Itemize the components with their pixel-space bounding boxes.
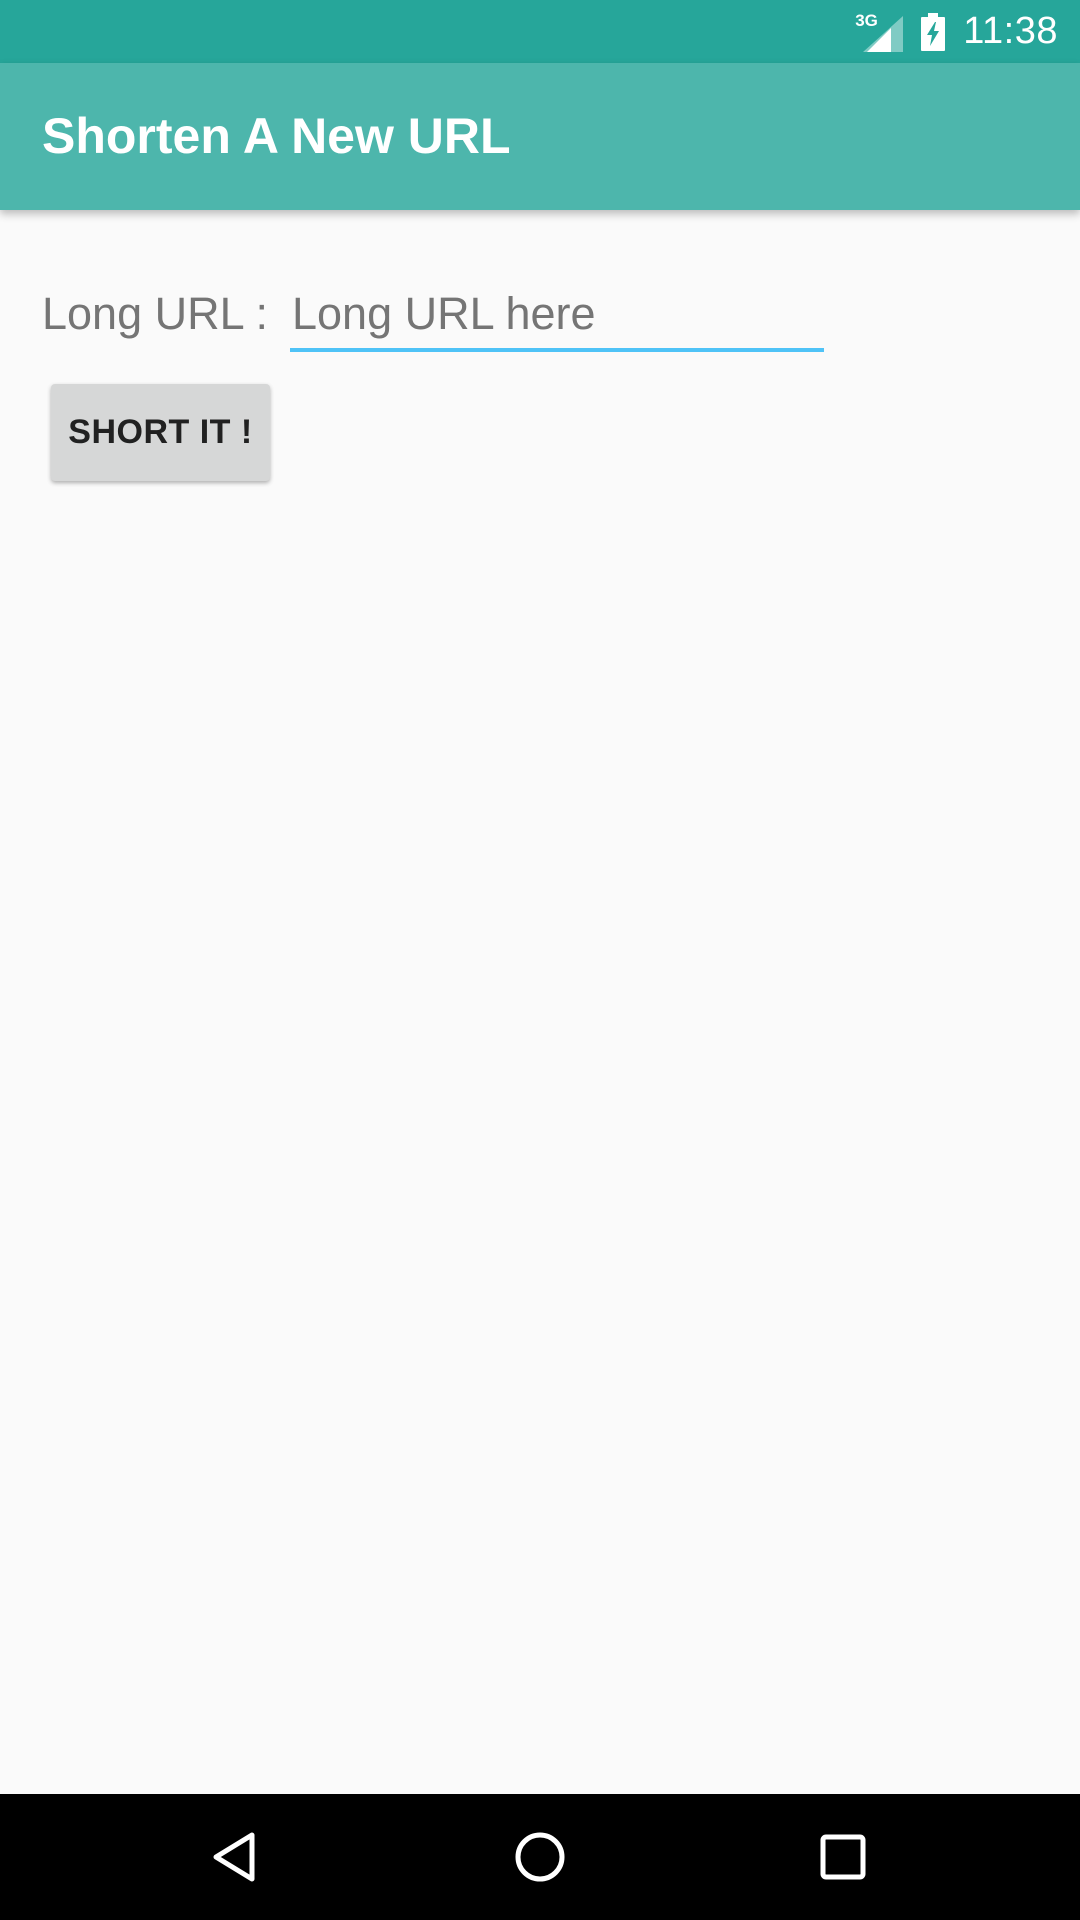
recents-icon bbox=[820, 1834, 866, 1880]
long-url-input[interactable] bbox=[290, 280, 824, 352]
long-url-row: Long URL : bbox=[42, 280, 842, 360]
app-bar: Shorten A New URL bbox=[0, 63, 1080, 210]
long-url-label: Long URL : bbox=[42, 288, 268, 339]
screen: 3G 11:38 Shorten A New URL Long URL : SH… bbox=[0, 0, 1080, 1920]
short-it-button[interactable]: SHORT IT ! bbox=[51, 384, 270, 481]
signal-icon bbox=[863, 15, 904, 52]
recents-button[interactable] bbox=[780, 1794, 906, 1920]
back-button[interactable] bbox=[173, 1794, 299, 1920]
back-icon bbox=[213, 1832, 255, 1882]
home-icon bbox=[515, 1832, 565, 1882]
navigation-bar bbox=[0, 1794, 1080, 1920]
status-bar: 3G 11:38 bbox=[0, 0, 1080, 63]
signal-indicator: 3G bbox=[855, 12, 904, 52]
status-icons: 3G 11:38 bbox=[855, 0, 1058, 63]
battery-charging-icon bbox=[921, 12, 946, 51]
page-title: Shorten A New URL bbox=[42, 108, 511, 164]
home-button[interactable] bbox=[477, 1794, 603, 1920]
clock: 11:38 bbox=[963, 10, 1058, 52]
